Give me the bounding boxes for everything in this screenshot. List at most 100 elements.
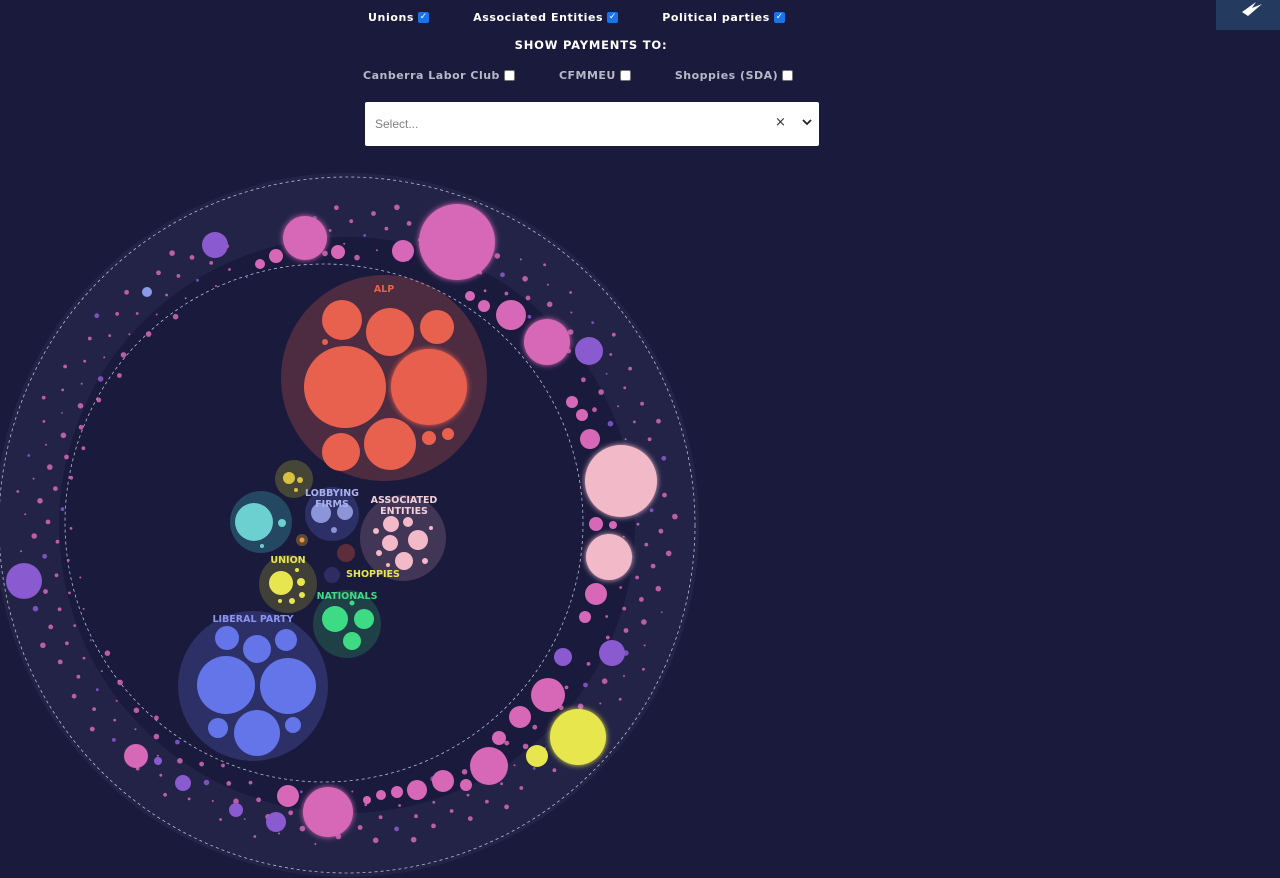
donor-dot[interactable] xyxy=(375,249,378,252)
entity-bubble[interactable] xyxy=(295,568,299,572)
donor-bubble[interactable] xyxy=(492,731,506,745)
donor-dot[interactable] xyxy=(89,639,92,642)
donor-dot[interactable] xyxy=(343,242,346,245)
donor-dot[interactable] xyxy=(431,823,436,829)
donor-dot[interactable] xyxy=(581,377,586,383)
donor-dot[interactable] xyxy=(504,804,509,810)
donor-dot[interactable] xyxy=(76,674,81,679)
donor-dot[interactable] xyxy=(45,443,47,446)
donor-dot[interactable] xyxy=(176,274,181,278)
donor-dot[interactable] xyxy=(40,642,46,649)
donor-dot[interactable] xyxy=(299,790,303,794)
donor-bubble[interactable] xyxy=(575,337,603,365)
donor-bubble[interactable] xyxy=(376,790,386,800)
donor-dot[interactable] xyxy=(256,797,261,803)
donor-dot[interactable] xyxy=(372,837,379,844)
entity-bubble[interactable] xyxy=(408,530,428,550)
donor-dot[interactable] xyxy=(543,263,546,267)
donor-dot[interactable] xyxy=(644,542,649,547)
donor-dot[interactable] xyxy=(112,738,116,742)
donor-dot[interactable] xyxy=(77,403,84,409)
donor-dot[interactable] xyxy=(95,688,99,692)
donor-dot[interactable] xyxy=(124,289,129,295)
donor-bubble[interactable] xyxy=(154,757,162,765)
donor-dot[interactable] xyxy=(569,291,572,294)
donor-dot[interactable] xyxy=(605,635,610,640)
donor-dot[interactable] xyxy=(199,761,205,767)
donor-bubble[interactable] xyxy=(586,534,632,580)
donor-dot[interactable] xyxy=(100,670,103,673)
donor-dot[interactable] xyxy=(633,420,636,424)
donor-dot[interactable] xyxy=(591,321,595,324)
donor-dot[interactable] xyxy=(500,782,503,786)
donor-dot[interactable] xyxy=(639,597,644,602)
donor-dot[interactable] xyxy=(660,611,663,614)
entity-bubble[interactable] xyxy=(269,571,293,595)
donor-bubble[interactable] xyxy=(266,812,286,832)
donor-dot[interactable] xyxy=(42,553,48,559)
donor-dot[interactable] xyxy=(288,810,294,816)
donor-dot[interactable] xyxy=(483,289,487,293)
entity-bubble[interactable] xyxy=(391,349,467,425)
donor-dot[interactable] xyxy=(48,624,54,630)
donor-dot[interactable] xyxy=(394,204,400,211)
donor-dot[interactable] xyxy=(607,420,614,427)
donor-dot[interactable] xyxy=(504,291,509,296)
entity-bubble[interactable] xyxy=(243,635,271,663)
donor-dot[interactable] xyxy=(175,739,180,745)
entity-bubble[interactable] xyxy=(366,308,414,356)
donor-dot[interactable] xyxy=(189,255,195,260)
donor-dot[interactable] xyxy=(485,799,489,804)
donor-bubble[interactable] xyxy=(465,291,475,301)
donor-dot[interactable] xyxy=(398,804,401,807)
donor-dot[interactable] xyxy=(196,278,199,282)
entity-bubble[interactable] xyxy=(422,431,436,445)
donor-bubble[interactable] xyxy=(419,204,495,280)
donor-bubble[interactable] xyxy=(283,216,327,260)
entity-bubble[interactable] xyxy=(285,717,301,733)
entity-bubble[interactable] xyxy=(343,632,361,650)
donor-dot[interactable] xyxy=(32,605,39,612)
donor-dot[interactable] xyxy=(314,843,317,845)
donor-dot[interactable] xyxy=(410,836,417,843)
donor-dot[interactable] xyxy=(54,573,59,578)
donor-dot[interactable] xyxy=(69,475,74,480)
donor-dot[interactable] xyxy=(619,586,623,589)
donor-bubble[interactable] xyxy=(585,583,607,605)
donor-dot[interactable] xyxy=(623,386,627,390)
donor-bubble[interactable] xyxy=(391,786,403,798)
donor-dot[interactable] xyxy=(69,527,73,530)
donor-dot[interactable] xyxy=(328,229,332,232)
donor-dot[interactable] xyxy=(55,539,60,544)
donor-dot[interactable] xyxy=(87,336,92,341)
entity-bubble[interactable] xyxy=(420,310,454,344)
group-alp[interactable]: ALP xyxy=(281,275,487,481)
donor-dot[interactable] xyxy=(226,781,232,786)
entity-bubble[interactable] xyxy=(331,527,337,533)
entity-bubble[interactable] xyxy=(289,598,295,604)
donor-dot[interactable] xyxy=(31,533,37,539)
donor-bubble[interactable] xyxy=(432,770,454,792)
entity-bubble[interactable] xyxy=(354,609,374,629)
donor-dot[interactable] xyxy=(80,382,83,385)
donor-dot[interactable] xyxy=(81,446,86,451)
entity-bubble[interactable] xyxy=(299,537,305,543)
donor-dot[interactable] xyxy=(599,702,602,705)
donor-dot[interactable] xyxy=(299,825,306,832)
donor-bubble[interactable] xyxy=(566,396,578,408)
donor-dot[interactable] xyxy=(78,424,84,430)
donor-dot[interactable] xyxy=(519,258,522,261)
donor-dot[interactable] xyxy=(598,389,604,395)
donor-dot[interactable] xyxy=(32,477,35,480)
donor-dot[interactable] xyxy=(532,767,536,770)
donor-dot[interactable] xyxy=(623,628,629,633)
donor-dot[interactable] xyxy=(187,797,191,801)
donor-dot[interactable] xyxy=(611,332,616,337)
donor-dot[interactable] xyxy=(522,276,528,282)
group-nationals[interactable]: NATIONALS xyxy=(313,590,381,658)
donor-dot[interactable] xyxy=(228,268,231,271)
donor-dot[interactable] xyxy=(546,283,549,286)
entity-bubble[interactable] xyxy=(304,346,386,428)
entity-bubble[interactable] xyxy=(278,599,282,603)
donor-dot[interactable] xyxy=(635,575,639,580)
